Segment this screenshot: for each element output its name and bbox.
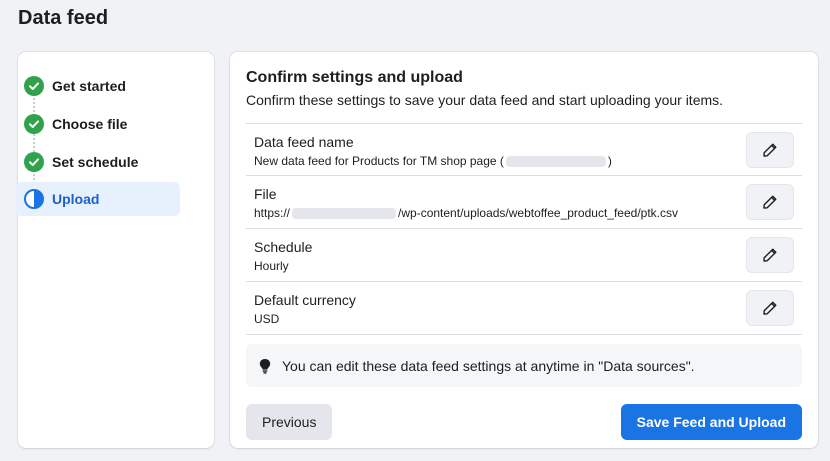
setting-row-file: File https:// /wp-content/uploads/webtoff…	[246, 176, 802, 229]
pencil-icon	[763, 195, 777, 209]
save-feed-and-upload-button[interactable]: Save Feed and Upload	[620, 404, 802, 440]
setting-value: https:// /wp-content/uploads/webtoffee_pr…	[254, 206, 678, 220]
setting-label: Data feed name	[254, 134, 354, 150]
section-description: Confirm these settings to save your data…	[246, 92, 724, 108]
redacted-text	[292, 208, 397, 220]
edit-data-feed-name-button[interactable]	[746, 132, 794, 168]
setting-label: Schedule	[254, 239, 313, 255]
page-title: Data feed	[18, 7, 109, 29]
step-set-schedule[interactable]: Set schedule	[16, 145, 180, 179]
step-label: Upload	[52, 191, 100, 207]
step-label: Set schedule	[52, 154, 139, 170]
step-choose-file[interactable]: Choose file	[16, 107, 180, 141]
setting-value-prefix: New data feed for Products for TM shop p…	[254, 154, 504, 168]
step-get-started[interactable]: Get started	[16, 69, 180, 103]
setting-label: File	[254, 186, 277, 202]
tip-text: You can edit these data feed settings at…	[282, 357, 695, 374]
setting-value: USD	[254, 312, 280, 326]
pencil-icon	[763, 248, 777, 262]
setting-value-suffix: )	[607, 154, 612, 168]
section-heading: Confirm settings and upload	[246, 69, 463, 86]
setting-row-data-feed-name: Data feed name New data feed for Product…	[246, 123, 802, 176]
step-label: Get started	[52, 78, 126, 94]
edit-default-currency-button[interactable]	[746, 290, 794, 326]
setting-row-schedule: Schedule Hourly	[246, 229, 802, 282]
edit-file-button[interactable]	[746, 184, 794, 220]
tip-banner: You can edit these data feed settings at…	[246, 344, 802, 387]
setting-value: Hourly	[254, 259, 289, 273]
setting-row-default-currency: Default currency USD	[246, 282, 802, 335]
step-label: Choose file	[52, 116, 128, 132]
settings-list: Data feed name New data feed for Product…	[246, 123, 802, 335]
setting-value-suffix: /wp-content/uploads/webtoffee_product_fe…	[398, 206, 678, 220]
previous-button[interactable]: Previous	[246, 404, 333, 440]
setting-value-prefix: https://	[254, 206, 291, 220]
check-circle-icon	[24, 152, 44, 172]
pencil-icon	[763, 143, 777, 157]
half-circle-icon	[24, 189, 44, 209]
lightbulb-icon	[259, 358, 271, 374]
edit-schedule-button[interactable]	[746, 237, 794, 273]
confirm-settings-panel: Confirm settings and upload Confirm thes…	[230, 52, 818, 448]
step-upload[interactable]: Upload	[16, 182, 180, 216]
pencil-icon	[763, 301, 777, 315]
setting-value: New data feed for Products for TM shop p…	[254, 154, 612, 168]
check-circle-icon	[24, 114, 44, 134]
check-circle-icon	[24, 76, 44, 96]
redacted-text	[505, 156, 606, 168]
setting-label: Default currency	[254, 292, 356, 308]
